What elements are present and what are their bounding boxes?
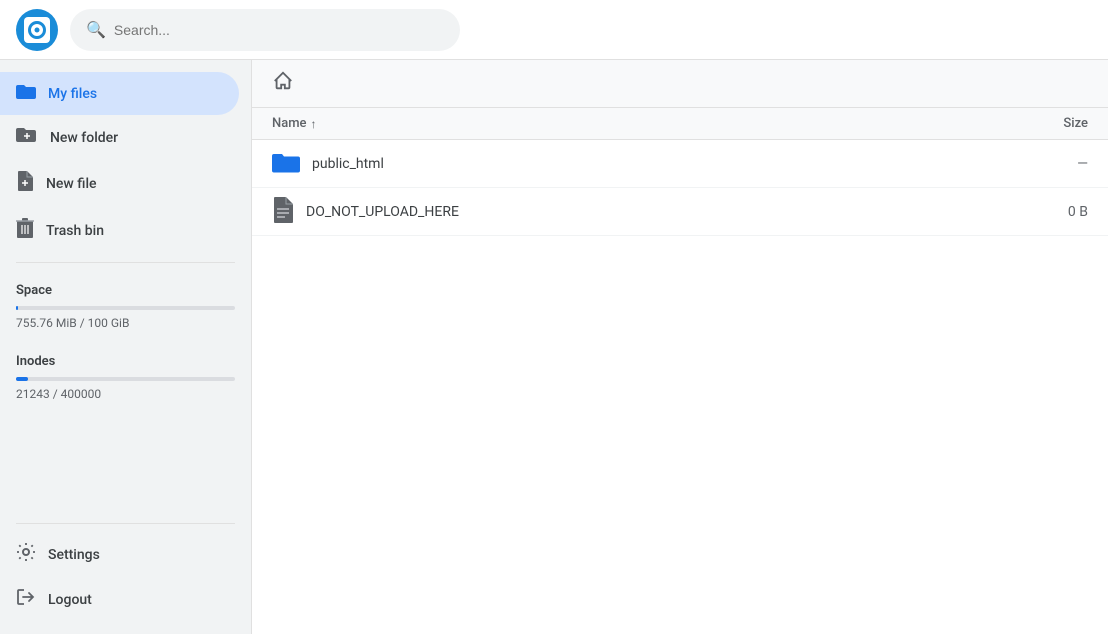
sidebar-label-settings: Settings [48,547,100,563]
topbar: 🔍 [0,0,1108,60]
folder-icon [16,82,36,105]
inodes-text: 21243 / 400000 [16,387,235,401]
inodes-progress-bg [16,377,235,381]
inodes-label: Inodes [16,354,235,369]
table-row[interactable]: DO_NOT_UPLOAD_HERE 0 B [252,188,1108,236]
search-input[interactable] [114,22,444,38]
space-label: Space [16,283,235,298]
sort-arrow-icon: ↑ [311,117,317,131]
sidebar-item-logout[interactable]: Logout [0,577,239,622]
home-icon[interactable] [272,70,294,97]
logout-icon [16,587,36,612]
inodes-section: Inodes 21243 / 400000 [0,342,251,413]
sidebar-item-my-files[interactable]: My files [0,72,239,115]
sidebar-label-trash-bin: Trash bin [46,223,104,239]
table-header: Name ↑ Size [252,108,1108,140]
sidebar-label-my-files: My files [48,86,97,102]
file-table: Name ↑ Size public_html — [252,108,1108,634]
inodes-progress-fill [16,377,28,381]
search-box: 🔍 [70,9,460,51]
doc-icon-wrap [272,196,294,228]
file-name: public_html [312,156,1008,172]
col-name-header: Name ↑ [272,116,1008,131]
new-folder-icon [16,125,38,150]
file-name: DO_NOT_UPLOAD_HERE [306,204,1008,220]
file-size: 0 B [1008,204,1088,220]
name-label: Name [272,116,307,131]
table-row[interactable]: public_html — [252,140,1108,188]
divider-2 [16,523,235,524]
sidebar-item-new-file[interactable]: New file [0,160,239,207]
space-progress-bg [16,306,235,310]
folder-icon-wrap [272,151,300,177]
sidebar-label-new-file: New file [46,176,97,192]
sidebar-item-new-folder[interactable]: New folder [0,115,239,160]
main-content: Name ↑ Size public_html — [252,60,1108,634]
file-size: — [1008,156,1088,172]
main-layout: My files New folder [0,60,1108,634]
space-text: 755.76 MiB / 100 GiB [16,316,235,330]
logo-button[interactable] [16,9,58,51]
col-size-header: Size [1008,116,1088,131]
sidebar-label-logout: Logout [48,592,92,608]
divider-1 [16,262,235,263]
search-icon: 🔍 [86,20,106,39]
sidebar: My files New folder [0,60,252,634]
space-progress-fill [16,306,18,310]
new-file-icon [16,170,34,197]
sidebar-item-trash-bin[interactable]: Trash bin [0,207,239,254]
sidebar-label-new-folder: New folder [50,130,118,146]
sidebar-bottom: Settings Logout [0,515,251,622]
breadcrumb-bar [252,60,1108,108]
gear-icon [16,542,36,567]
trash-icon [16,217,34,244]
space-section: Space 755.76 MiB / 100 GiB [0,271,251,342]
sidebar-item-settings[interactable]: Settings [0,532,239,577]
